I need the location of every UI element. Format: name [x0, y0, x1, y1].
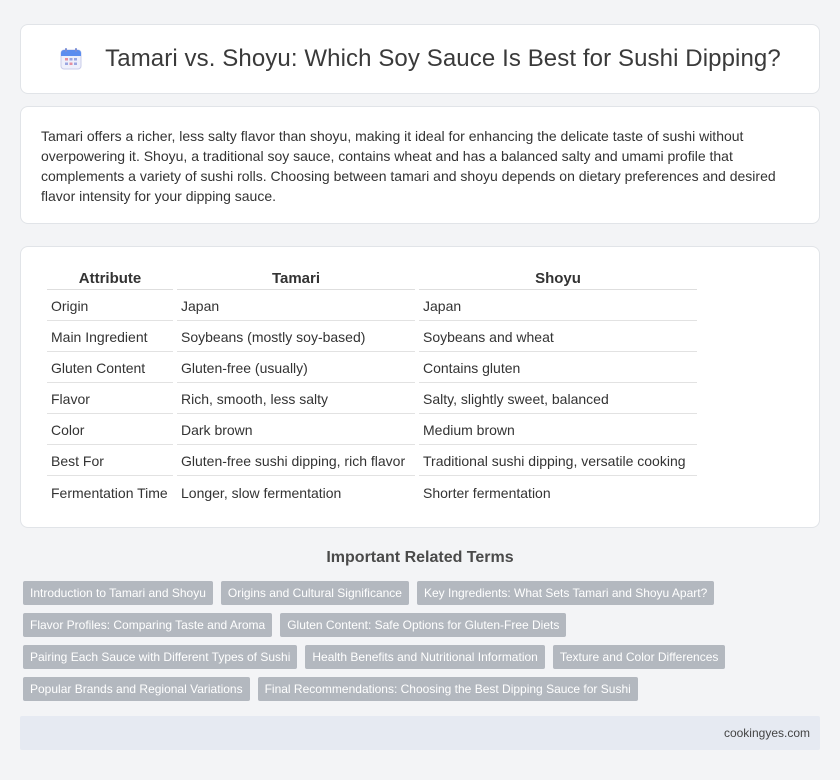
comparison-table: Attribute Tamari Shoyu Origin Japan Japa…	[43, 265, 701, 509]
table-row: Fermentation Time Longer, slow fermentat…	[47, 478, 697, 507]
related-term-tag[interactable]: Key Ingredients: What Sets Tamari and Sh…	[416, 581, 715, 605]
shoyu-cell: Contains gluten	[419, 354, 697, 383]
tamari-cell: Gluten-free sushi dipping, rich flavor	[177, 447, 415, 476]
tamari-cell: Dark brown	[177, 416, 415, 445]
header-tamari: Tamari	[177, 267, 415, 290]
attribute-cell: Flavor	[47, 385, 173, 414]
footer: cookingyes.com	[20, 716, 820, 750]
comparison-card: Attribute Tamari Shoyu Origin Japan Japa…	[20, 246, 820, 528]
attribute-cell: Gluten Content	[47, 354, 173, 383]
shoyu-cell: Soybeans and wheat	[419, 323, 697, 352]
tamari-cell: Gluten-free (usually)	[177, 354, 415, 383]
attribute-cell: Origin	[47, 292, 173, 321]
table-row: Main Ingredient Soybeans (mostly soy-bas…	[47, 323, 697, 352]
tamari-cell: Longer, slow fermentation	[181, 484, 342, 501]
related-terms-list: Introduction to Tamari and Shoyu Origins…	[23, 581, 813, 709]
shoyu-cell: Japan	[419, 292, 697, 321]
footer-site-link[interactable]: cookingyes.com	[724, 726, 810, 740]
tamari-cell: Rich, smooth, less salty	[177, 385, 415, 414]
calendar-icon	[59, 47, 83, 71]
intro-paragraph: Tamari offers a richer, less salty flavo…	[41, 128, 776, 204]
related-term-tag[interactable]: Flavor Profiles: Comparing Taste and Aro…	[23, 613, 273, 637]
related-term-tag[interactable]: Pairing Each Sauce with Different Types …	[23, 645, 298, 669]
table-row: Color Dark brown Medium brown	[47, 416, 697, 445]
shoyu-cell: Traditional sushi dipping, versatile coo…	[419, 447, 697, 476]
attribute-cell: Color	[47, 416, 173, 445]
table-row: Gluten Content Gluten-free (usually) Con…	[47, 354, 697, 383]
related-term-tag[interactable]: Final Recommendations: Choosing the Best…	[257, 677, 638, 701]
related-term-tag[interactable]: Introduction to Tamari and Shoyu	[23, 581, 213, 605]
related-term-tag[interactable]: Gluten Content: Safe Options for Gluten-…	[280, 613, 567, 637]
related-term-tag[interactable]: Popular Brands and Regional Variations	[23, 677, 250, 701]
related-term-tag[interactable]: Health Benefits and Nutritional Informat…	[305, 645, 545, 669]
related-term-tag[interactable]: Texture and Color Differences	[552, 645, 726, 669]
shoyu-cell: Shorter fermentation	[423, 484, 551, 501]
attribute-cell: Fermentation Time	[51, 484, 168, 501]
title-card: Tamari vs. Shoyu: Which Soy Sauce Is Bes…	[20, 24, 820, 94]
shoyu-cell: Salty, slightly sweet, balanced	[419, 385, 697, 414]
title-wrap: Tamari vs. Shoyu: Which Soy Sauce Is Bes…	[59, 45, 781, 73]
table-row: Origin Japan Japan	[47, 292, 697, 321]
header-shoyu: Shoyu	[419, 267, 697, 290]
tamari-cell: Soybeans (mostly soy-based)	[177, 323, 415, 352]
table-header-row: Attribute Tamari Shoyu	[47, 267, 697, 290]
page-title: Tamari vs. Shoyu: Which Soy Sauce Is Bes…	[105, 45, 781, 72]
attribute-cell: Main Ingredient	[47, 323, 173, 352]
intro-card: Tamari offers a richer, less salty flavo…	[20, 106, 820, 224]
related-term-tag[interactable]: Origins and Cultural Significance	[220, 581, 409, 605]
attribute-cell: Best For	[47, 447, 173, 476]
table-row: Best For Gluten-free sushi dipping, rich…	[47, 447, 697, 476]
related-terms-heading: Important Related Terms	[326, 549, 514, 566]
header-attribute: Attribute	[47, 267, 173, 290]
shoyu-cell: Medium brown	[419, 416, 697, 445]
table-row: Flavor Rich, smooth, less salty Salty, s…	[47, 385, 697, 414]
tamari-cell: Japan	[177, 292, 415, 321]
